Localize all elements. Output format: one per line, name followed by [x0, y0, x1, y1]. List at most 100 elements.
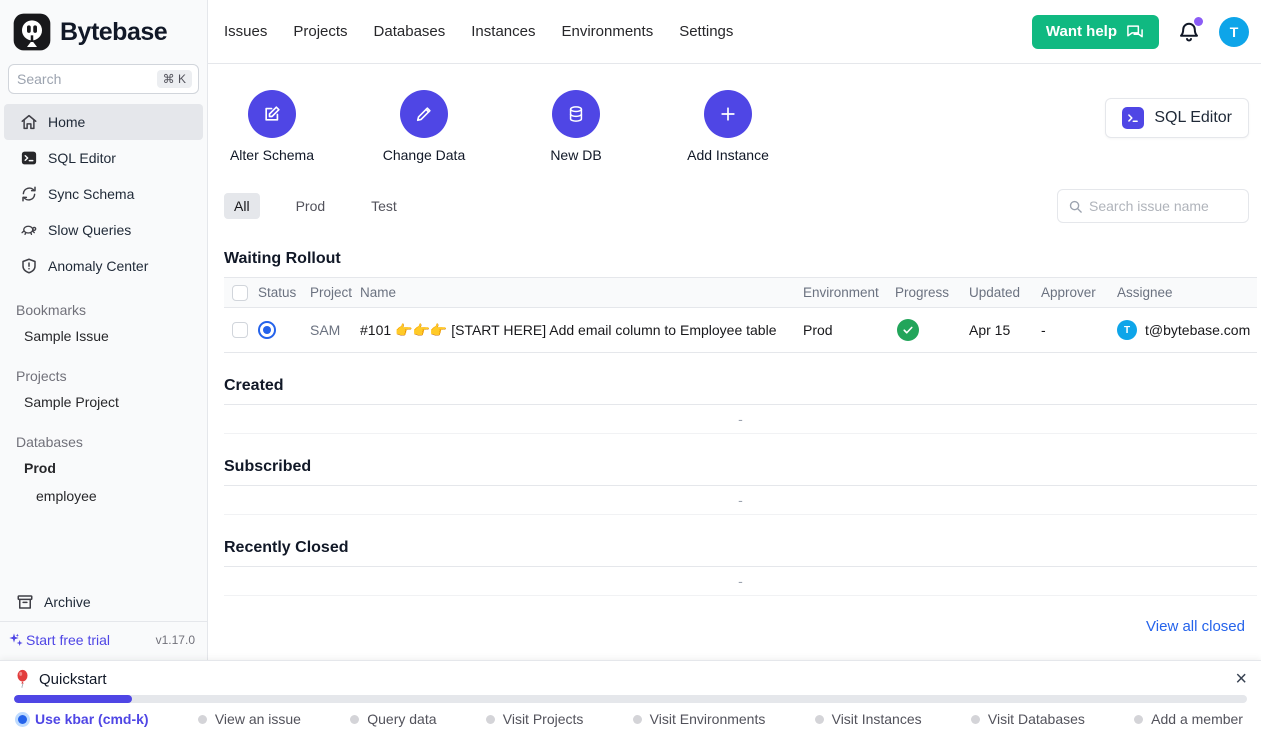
sidebar-item-prod[interactable]: Prod: [0, 454, 207, 482]
sidebar-item-employee-db[interactable]: employee: [0, 482, 207, 510]
view-all-closed-link[interactable]: View all closed: [1146, 618, 1245, 635]
database-icon: [552, 90, 600, 138]
col-status: Status: [250, 285, 302, 300]
shield-icon: [20, 257, 38, 275]
want-help-label: Want help: [1046, 23, 1117, 40]
sidebar-search-input[interactable]: [17, 71, 151, 87]
sidebar-item-anomaly-center[interactable]: Anomaly Center: [4, 248, 203, 284]
issue-search-input[interactable]: [1089, 198, 1238, 214]
start-free-trial-link[interactable]: Start free trial: [8, 632, 110, 648]
created-title: Created: [224, 377, 1257, 405]
top-bar: Issues Projects Databases Instances Envi…: [208, 0, 1261, 64]
top-nav: Issues Projects Databases Instances Envi…: [224, 23, 733, 40]
select-all-checkbox[interactable]: [232, 285, 248, 301]
sidebar-item-sync-schema[interactable]: Sync Schema: [4, 176, 203, 212]
new-db-button[interactable]: New DB: [528, 90, 624, 163]
search-icon: [1068, 199, 1083, 214]
home-icon: [20, 113, 38, 131]
step-dot-icon: [1134, 715, 1143, 724]
brand-logo[interactable]: Bytebase: [0, 0, 207, 62]
quick-actions-row: Alter Schema Change Data: [224, 90, 1257, 163]
topnav-settings[interactable]: Settings: [679, 23, 733, 40]
tab-all[interactable]: All: [224, 193, 260, 219]
sidebar-item-label: Anomaly Center: [48, 258, 148, 274]
step-visit-databases[interactable]: Visit Databases: [971, 711, 1085, 727]
step-add-a-member[interactable]: Add a member: [1134, 711, 1243, 727]
quickstart-title: Quickstart: [39, 671, 107, 688]
section-label: Databases: [0, 430, 207, 454]
check-circle-icon: [897, 319, 919, 341]
sync-icon: [20, 185, 38, 203]
step-label: Query data: [367, 711, 436, 727]
quickstart-progress-track: [14, 695, 1247, 703]
quick-actions: Alter Schema Change Data: [224, 90, 776, 163]
sidebar-search[interactable]: ⌘ K: [8, 64, 199, 94]
issue-name[interactable]: #101 👉👉👉 [START HERE] Add email column t…: [352, 322, 795, 339]
subscribed-empty: -: [224, 486, 1257, 515]
sidebar-item-archive[interactable]: Archive: [0, 583, 207, 621]
step-dot-icon: [815, 715, 824, 724]
quickstart-header: Quickstart ×: [0, 661, 1261, 693]
terminal-icon: [1122, 107, 1144, 129]
sidebar-item-label: Sync Schema: [48, 186, 134, 202]
recently-closed-empty: -: [224, 567, 1257, 596]
step-label: Use kbar (cmd-k): [35, 711, 149, 727]
change-data-button[interactable]: Change Data: [376, 90, 472, 163]
step-use-kbar[interactable]: Use kbar (cmd-k): [18, 711, 149, 727]
sidebar-footer: Start free trial v1.17.0: [0, 621, 207, 660]
step-visit-environments[interactable]: Visit Environments: [633, 711, 766, 727]
assignee-email: t@bytebase.com: [1145, 322, 1250, 338]
step-label: Visit Environments: [650, 711, 766, 727]
sidebar-item-sample-issue[interactable]: Sample Issue: [0, 322, 207, 350]
issue-row[interactable]: SAM #101 👉👉👉 [START HERE] Add email colu…: [224, 308, 1257, 353]
sql-editor-button[interactable]: SQL Editor: [1105, 98, 1249, 138]
col-approver: Approver: [1033, 285, 1109, 300]
turtle-icon: [20, 221, 38, 239]
search-shortcut-kbd: ⌘ K: [157, 70, 192, 88]
close-icon[interactable]: ×: [1235, 669, 1247, 689]
issue-environment: Prod: [795, 322, 887, 338]
step-query-data[interactable]: Query data: [350, 711, 436, 727]
sidebar-spacer: [0, 510, 207, 583]
topnav-projects[interactable]: Projects: [293, 23, 347, 40]
recently-closed-title: Recently Closed: [224, 539, 1257, 567]
tab-prod[interactable]: Prod: [286, 193, 336, 219]
step-view-an-issue[interactable]: View an issue: [198, 711, 301, 727]
add-instance-button[interactable]: Add Instance: [680, 90, 776, 163]
archive-label: Archive: [44, 594, 91, 610]
topnav-databases[interactable]: Databases: [374, 23, 446, 40]
step-label: Add a member: [1151, 711, 1243, 727]
sidebar-item-slow-queries[interactable]: Slow Queries: [4, 212, 203, 248]
alter-schema-button[interactable]: Alter Schema: [224, 90, 320, 163]
step-dot-icon: [971, 715, 980, 724]
edit-square-icon: [248, 90, 296, 138]
created-empty: -: [224, 405, 1257, 434]
quickstart-bar: Quickstart × Use kbar (cmd-k) View an is…: [0, 660, 1261, 733]
notification-badge: [1194, 17, 1203, 26]
step-visit-projects[interactable]: Visit Projects: [486, 711, 584, 727]
topnav-environments[interactable]: Environments: [561, 23, 653, 40]
quickstart-steps: Use kbar (cmd-k) View an issue Query dat…: [0, 703, 1261, 727]
topnav-issues[interactable]: Issues: [224, 23, 267, 40]
sidebar-item-label: Home: [48, 114, 85, 130]
step-dot-icon: [18, 715, 27, 724]
topnav-instances[interactable]: Instances: [471, 23, 535, 40]
sidebar-item-home[interactable]: Home: [4, 104, 203, 140]
tab-test[interactable]: Test: [361, 193, 407, 219]
brand-name: Bytebase: [60, 18, 167, 47]
sidebar-item-label: SQL Editor: [48, 150, 116, 166]
row-checkbox[interactable]: [232, 322, 248, 338]
col-assignee: Assignee: [1109, 285, 1257, 300]
user-avatar[interactable]: T: [1219, 17, 1249, 47]
sparkles-icon: [8, 632, 24, 648]
col-name: Name: [352, 285, 795, 300]
sidebar-item-sql-editor[interactable]: SQL Editor: [4, 140, 203, 176]
issue-search[interactable]: [1057, 189, 1249, 223]
want-help-button[interactable]: Want help: [1032, 15, 1159, 49]
bytebase-app: Bytebase ⌘ K Home SQL Editor: [0, 0, 1261, 733]
step-visit-instances[interactable]: Visit Instances: [815, 711, 922, 727]
sidebar-item-sample-project[interactable]: Sample Project: [0, 388, 207, 416]
environment-tabs: All Prod Test: [224, 193, 407, 219]
col-progress: Progress: [887, 285, 961, 300]
notifications-button[interactable]: [1177, 20, 1201, 44]
